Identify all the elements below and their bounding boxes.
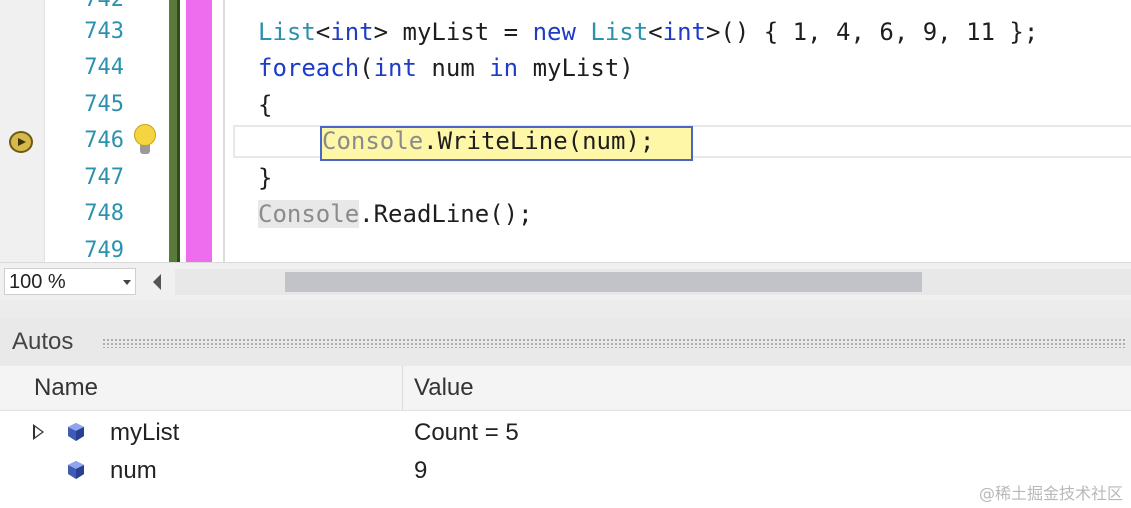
type-token: List [258, 18, 316, 46]
editor-bottom-bar: 100 % [0, 262, 1131, 301]
chevron-down-icon[interactable] [123, 280, 131, 285]
code-line-744[interactable]: foreach(int num in myList) [258, 50, 634, 86]
column-divider[interactable] [402, 366, 403, 410]
line-number: 746 [84, 128, 124, 153]
horizontal-scrollbar[interactable] [175, 269, 1131, 295]
autos-title: Autos [12, 328, 74, 355]
code-token: ( [359, 54, 374, 82]
autos-row[interactable]: num 9 [0, 452, 1131, 490]
keyword-token: int [373, 54, 417, 82]
code-line-745[interactable]: { [258, 87, 272, 123]
code-token: < [648, 18, 663, 46]
column-header-value[interactable]: Value [414, 370, 474, 406]
field-icon [68, 461, 84, 479]
glyph-margin[interactable] [0, 0, 45, 262]
code-token: > myList = [373, 18, 533, 46]
scrollbar-thumb[interactable] [285, 272, 922, 292]
type-token: Console [258, 200, 360, 228]
line-number-margin: 742 743 744 745 746 747 748 749 [44, 0, 124, 262]
line-number: 748 [84, 201, 124, 226]
scroll-left-arrow-icon[interactable] [153, 274, 161, 290]
code-token: myList) [518, 54, 634, 82]
code-token: >() { 1, 4, 6, 9, 11 }; [705, 18, 1039, 46]
column-header-name[interactable]: Name [34, 370, 98, 406]
variable-name: myList [110, 419, 180, 446]
code-token: num [416, 54, 490, 82]
expand-arrow-icon[interactable] [33, 424, 44, 440]
keyword-token: int [662, 18, 706, 46]
zoom-dropdown[interactable]: 100 % [4, 268, 136, 295]
outlining-margin[interactable] [169, 0, 180, 262]
lightbulb-base [140, 145, 150, 154]
type-token: List [590, 18, 649, 46]
code-token: < [315, 18, 331, 46]
line-number: 747 [84, 165, 124, 190]
zoom-value: 100 % [9, 271, 66, 293]
code-line-747[interactable]: } [258, 160, 272, 196]
autos-tool-window-header[interactable]: Autos [0, 318, 1131, 366]
field-icon [68, 423, 84, 441]
keyword-token: int [330, 18, 374, 46]
keyword-token: foreach [258, 54, 360, 82]
variable-value[interactable]: 9 [414, 452, 427, 490]
current-statement-arrow-icon [9, 131, 33, 153]
code-token: .ReadLine(); [359, 200, 533, 228]
autos-row[interactable]: myList Count = 5 [0, 414, 1131, 452]
line-number: 745 [84, 92, 124, 117]
code-token: .WriteLine(num); [423, 127, 655, 155]
change-tracking-bar [186, 0, 212, 262]
autos-grid: Name Value myList Count = 5 num 9 @稀土掘金技… [0, 366, 1131, 508]
panel-splitter[interactable] [0, 300, 1131, 318]
dock-grip[interactable] [102, 338, 1127, 348]
code-line-746[interactable]: Console.WriteLine(num); [322, 123, 654, 159]
line-number: 743 [84, 19, 124, 44]
line-number: 749 [84, 238, 124, 262]
grid-header: Name Value [0, 366, 1131, 411]
code-editor[interactable]: 742 743 744 745 746 747 748 749 List<int… [0, 0, 1131, 262]
lightbulb-icon[interactable] [132, 124, 158, 158]
variable-name: num [110, 457, 157, 484]
watermark: @稀土掘金技术社区 [978, 484, 1123, 503]
lightbulb-glass [134, 124, 156, 146]
code-line-743[interactable]: List<int> myList = new List<int>() { 1, … [258, 14, 1038, 50]
outline-guide [223, 0, 225, 262]
keyword-token: new [532, 18, 576, 46]
variable-value[interactable]: Count = 5 [414, 414, 519, 452]
type-token: Console [322, 127, 424, 155]
keyword-token: in [489, 54, 519, 82]
code-line-748[interactable]: Console.ReadLine(); [258, 196, 533, 232]
line-number: 744 [84, 55, 124, 80]
